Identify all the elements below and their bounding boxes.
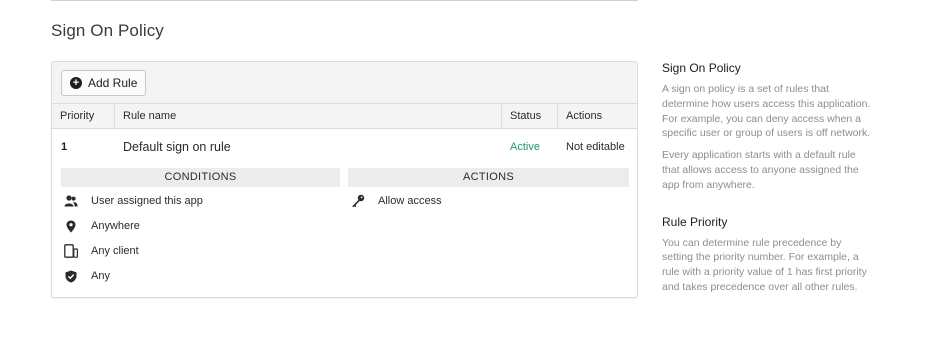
column-header-status: Status [502,104,558,129]
rules-toolbar: + Add Rule [52,62,637,104]
condition-label: User assigned this app [91,195,203,207]
action-item-allow: Allow access [350,192,442,210]
add-rule-label: Add Rule [88,76,138,90]
help-paragraph: A sign on policy is a set of rules that … [662,83,871,140]
user-group-icon [63,193,79,209]
table-header: Priority Rule name Status Actions [52,104,637,129]
rules-panel: + Add Rule Priority Rule name Status Act… [51,61,638,298]
column-header-rule-name: Rule name [115,104,502,129]
table-row[interactable]: 1 Default sign on rule Active Not editab… [52,129,637,166]
location-pin-icon [63,218,79,234]
actions-header: ACTIONS [348,168,629,187]
column-header-actions: Actions [566,110,603,122]
condition-label: Any [91,270,110,282]
conditions-header: CONDITIONS [61,168,340,187]
key-icon [350,193,366,209]
rule-actions: Not editable [566,141,625,153]
condition-item-location: Anywhere [63,217,140,235]
plus-circle-icon: + [70,77,82,89]
condition-item-users: User assigned this app [63,192,203,210]
help-title-rule-priority: Rule Priority [662,214,728,229]
top-divider [51,0,638,1]
rule-status-badge: Active [510,141,540,153]
action-label: Allow access [378,195,442,207]
condition-label: Anywhere [91,220,140,232]
help-paragraph: Every application starts with a default … [662,149,859,191]
shield-check-icon [63,268,79,284]
column-header-priority: Priority [52,104,115,129]
page-title: Sign On Policy [51,21,164,40]
rule-name: Default sign on rule [123,140,231,154]
help-paragraph: You can determine rule precedence by set… [662,236,867,293]
rule-priority: 1 [61,141,68,153]
condition-item-network: Any [63,267,110,285]
help-sidebar: Sign On Policy A sign on policy is a set… [662,61,872,295]
condition-item-client: Any client [63,242,139,260]
add-rule-button[interactable]: + Add Rule [61,70,147,96]
condition-label: Any client [91,245,139,257]
devices-icon [63,243,79,259]
help-title-sign-on-policy: Sign On Policy [662,61,741,75]
